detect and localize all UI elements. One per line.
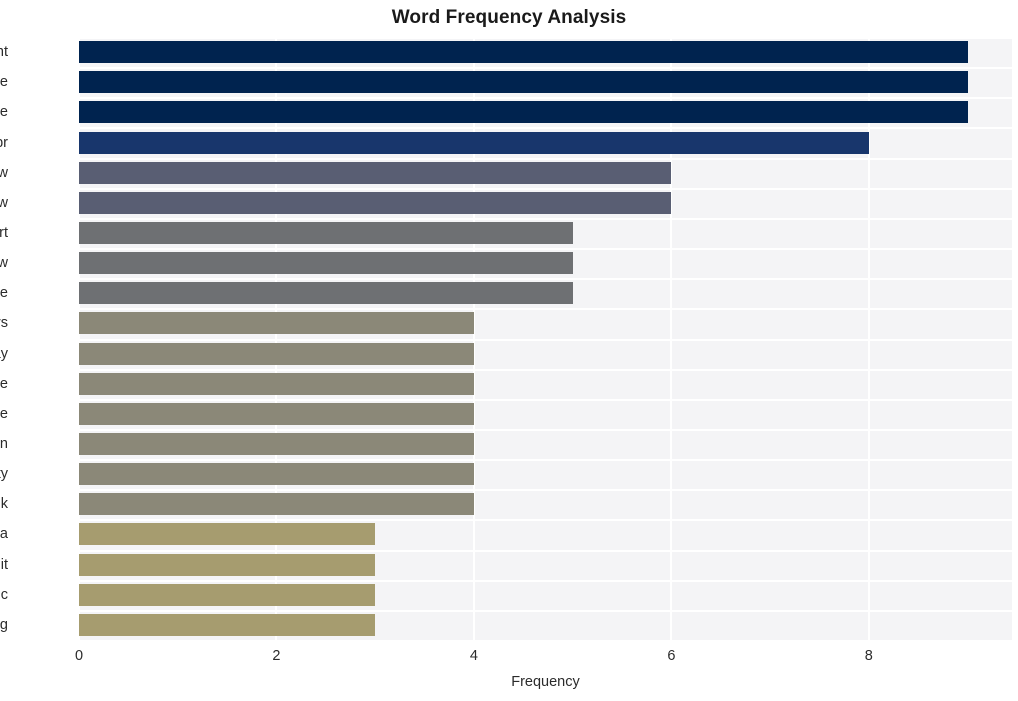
bar xyxy=(79,71,968,94)
bar xyxy=(79,402,474,425)
x-axis-label: Frequency xyxy=(511,674,580,690)
y-tick-label: people xyxy=(0,104,8,121)
y-tick-label: image xyxy=(0,74,8,91)
x-tick-label: 2 xyxy=(272,648,281,664)
bar xyxy=(79,252,573,275)
y-tick-label: toggle xyxy=(0,405,8,422)
horizontal-gridline xyxy=(79,127,1012,129)
bar xyxy=(79,221,573,244)
x-tick-label: 4 xyxy=(469,648,478,664)
bar xyxy=(79,41,968,64)
bar xyxy=(79,131,869,154)
bar xyxy=(79,282,573,305)
y-tick-label: npr xyxy=(0,134,8,151)
horizontal-gridline xyxy=(79,308,1012,310)
bar xyxy=(79,553,376,576)
y-tick-label: getty xyxy=(0,466,8,483)
bar xyxy=(79,433,474,456)
horizontal-gridline xyxy=(79,37,1012,39)
y-tick-label: alabama xyxy=(0,526,8,543)
chart-title: Word Frequency Analysis xyxy=(391,7,627,28)
y-tick-label: law xyxy=(0,255,8,272)
bar xyxy=(79,161,672,184)
horizontal-gridline xyxy=(79,248,1012,250)
horizontal-gridline xyxy=(79,369,1012,371)
bar xyxy=(79,191,672,214)
y-tick-label: public xyxy=(0,586,8,603)
y-tick-label: new xyxy=(0,164,8,181)
horizontal-gridline xyxy=(79,158,1012,160)
bar xyxy=(79,613,376,636)
bar xyxy=(79,493,474,516)
x-tick-label: 8 xyxy=(864,648,873,664)
y-tick-label: day xyxy=(0,345,8,362)
chart-figure: Word Frequency Analysis want image people n… xyxy=(0,0,1018,701)
horizontal-gridline xyxy=(79,489,1012,491)
y-tick-label: morning xyxy=(0,616,8,633)
horizontal-gridline xyxy=(79,640,1012,642)
y-tick-label: want xyxy=(0,44,8,61)
bar xyxy=(79,342,474,365)
horizontal-gridline xyxy=(79,399,1012,401)
horizontal-gridline xyxy=(79,278,1012,280)
y-tick-label: start xyxy=(0,224,8,241)
y-tick-label: think xyxy=(0,496,8,513)
y-tick-label: enlarge xyxy=(0,375,8,392)
bar xyxy=(79,463,474,486)
y-tick-label: rule xyxy=(0,285,8,302)
horizontal-gridline xyxy=(79,459,1012,461)
bar xyxy=(79,101,968,124)
bar xyxy=(79,312,474,335)
horizontal-gridline xyxy=(79,519,1012,521)
x-tick-label: 0 xyxy=(74,648,84,664)
y-tick-label: know xyxy=(0,194,8,211)
horizontal-gridline xyxy=(79,550,1012,552)
y-tick-label: caption xyxy=(0,436,8,453)
horizontal-gridline xyxy=(79,97,1012,99)
bar xyxy=(79,583,376,606)
horizontal-gridline xyxy=(79,429,1012,431)
horizontal-gridline xyxy=(79,67,1012,69)
bar xyxy=(79,523,376,546)
horizontal-gridline xyxy=(79,339,1012,341)
horizontal-gridline xyxy=(79,218,1012,220)
horizontal-gridline xyxy=(79,188,1012,190)
horizontal-gridline xyxy=(79,580,1012,582)
y-tick-label: reddit xyxy=(0,556,8,573)
horizontal-gridline xyxy=(79,610,1012,612)
x-tick-label: 6 xyxy=(667,648,676,664)
bar xyxy=(79,372,474,395)
y-tick-label: users xyxy=(0,315,8,332)
plot-area xyxy=(78,37,1012,642)
